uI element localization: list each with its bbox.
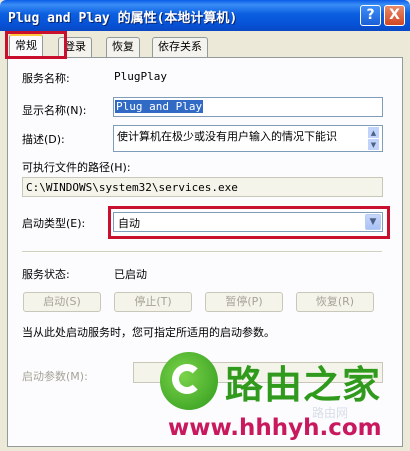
properties-dialog: Plug and Play 的属性(本地计算机) ? X 常规 登录 恢复 依存…	[0, 0, 410, 451]
service-name-label: 服务名称:	[22, 72, 70, 85]
tab-recovery[interactable]: 恢复	[106, 37, 140, 57]
title-bar[interactable]: Plug and Play 的属性(本地计算机) ? X	[0, 0, 410, 31]
watermark-url: www.hhhyh.com	[168, 415, 382, 441]
close-button[interactable]: X	[384, 5, 405, 26]
exe-path-label: 可执行文件的路径(H):	[22, 161, 131, 174]
exe-path-field[interactable]: C:\WINDOWS\system32\services.exe	[22, 177, 383, 197]
scroll-down-icon[interactable]: ▼	[367, 138, 380, 151]
display-name-label: 显示名称(N):	[22, 104, 87, 117]
service-name-value: PlugPlay	[114, 70, 167, 83]
display-name-field[interactable]: Plug and Play	[113, 97, 383, 117]
service-status-label: 服务状态:	[22, 268, 70, 281]
display-name-value: Plug and Play	[115, 100, 204, 113]
highlight-box-startup	[108, 206, 390, 239]
window-title: Plug and Play 的属性(本地计算机)	[8, 11, 238, 26]
startup-type-label: 启动类型(E):	[22, 217, 86, 230]
start-params-label: 启动参数(M):	[22, 370, 88, 383]
description-label: 描述(D):	[22, 133, 65, 146]
highlight-box-tab	[5, 31, 67, 59]
description-field[interactable]: 使计算机在极少或没有用户输入的情况下能识	[113, 125, 383, 152]
resume-button[interactable]: 恢复(R)	[296, 292, 374, 312]
service-status-value: 已启动	[114, 268, 147, 281]
tab-dependencies[interactable]: 依存关系	[152, 37, 208, 57]
pause-button[interactable]: 暂停(P)	[205, 292, 283, 312]
hint-text: 当从此处启动服务时，您可指定所适用的启动参数。	[22, 326, 275, 339]
start-button[interactable]: 启动(S)	[23, 292, 101, 312]
description-value: 使计算机在极少或没有用户输入的情况下能识	[117, 130, 337, 143]
stop-button[interactable]: 停止(T)	[114, 292, 192, 312]
divider	[22, 251, 382, 253]
help-button[interactable]: ?	[360, 5, 381, 26]
watermark-logo-icon	[160, 352, 218, 410]
watermark-brand: 路由之家	[225, 363, 382, 407]
